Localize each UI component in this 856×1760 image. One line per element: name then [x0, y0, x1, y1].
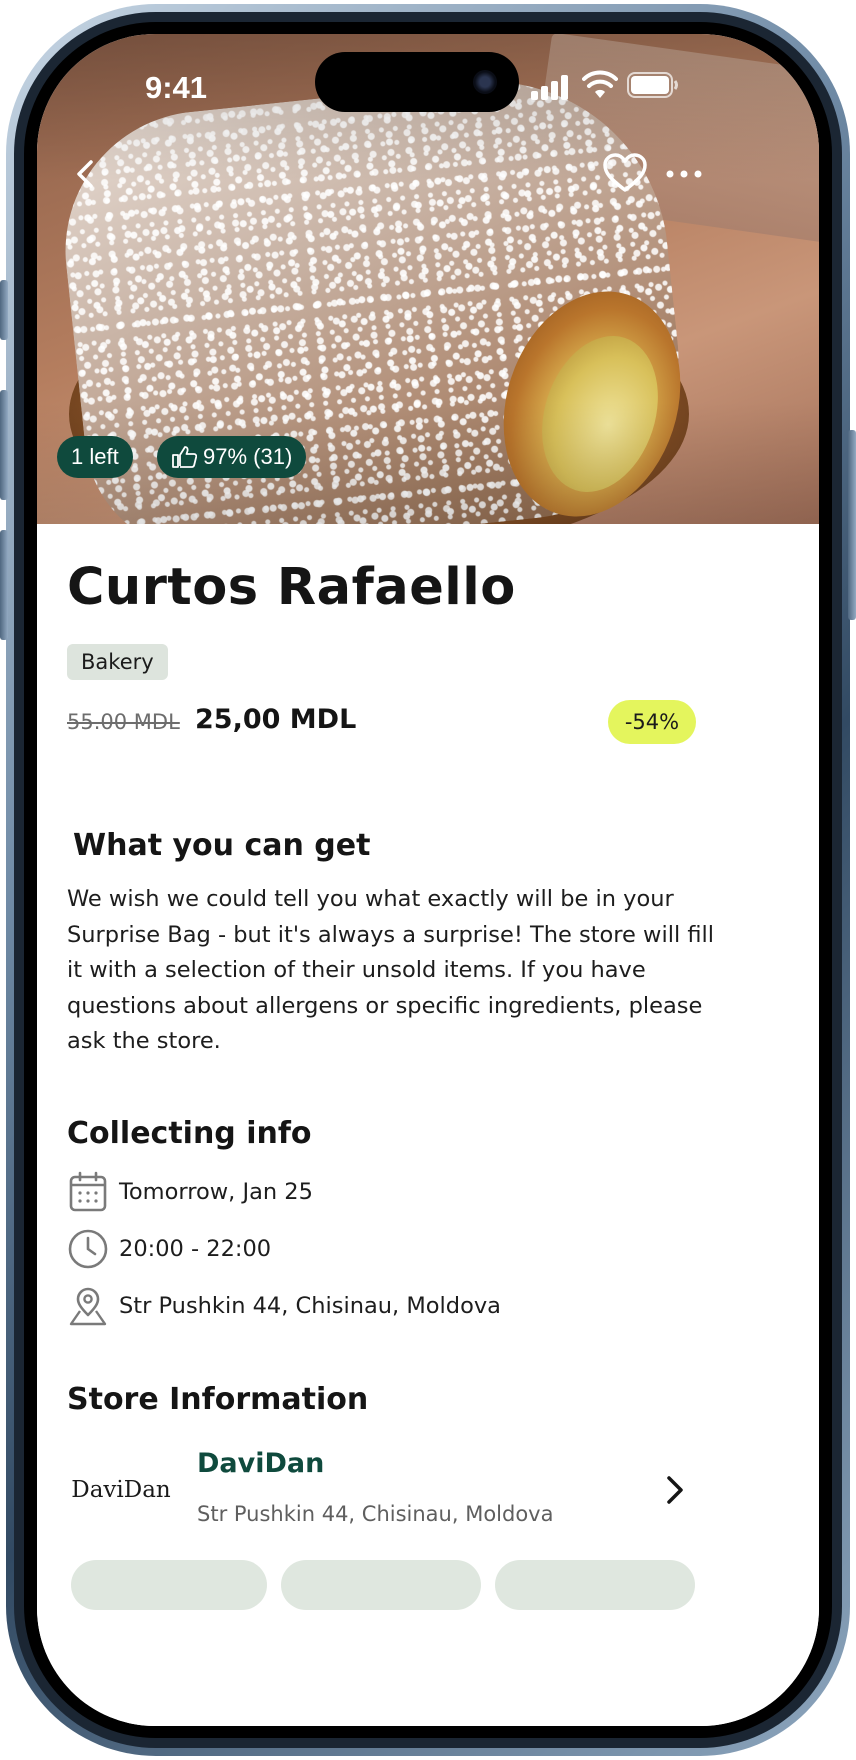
what-you-can-get-heading: What you can get	[73, 828, 371, 863]
camera-icon	[473, 70, 497, 94]
stock-left-badge: 1 left	[57, 436, 133, 478]
pickup-date-row: Tomorrow, Jan 25	[67, 1170, 313, 1214]
discounted-price: 25,00 MDL	[195, 704, 357, 735]
volume-down-button	[0, 530, 8, 640]
discount-label: -54%	[624, 710, 680, 734]
action-chip[interactable]	[281, 1560, 481, 1610]
cellular-signal-icon	[531, 74, 571, 100]
app-screen: 9:41 1 left 97% (31) Curtos Rafaello Bak…	[37, 34, 819, 1726]
clock-icon	[68, 1229, 108, 1269]
store-logo-text: DaviDan	[71, 1477, 171, 1503]
action-chip[interactable]	[495, 1560, 695, 1610]
stock-left-label: 1 left	[71, 444, 119, 469]
chevron-right-icon[interactable]	[657, 1470, 693, 1510]
original-price: 55.00 MDL	[67, 710, 180, 734]
action-chips	[71, 1560, 791, 1610]
status-time: 9:41	[144, 70, 208, 105]
more-icon[interactable]	[661, 154, 707, 194]
location-pin-icon	[69, 1287, 107, 1326]
pickup-time: 20:00 - 22:00	[119, 1236, 272, 1262]
pickup-date: Tomorrow, Jan 25	[119, 1179, 313, 1205]
calendar-icon	[69, 1171, 107, 1212]
description-text: We wish we could tell you what exactly w…	[67, 886, 715, 1054]
thumbs-up-icon	[172, 446, 197, 468]
category-tag: Bakery	[67, 644, 168, 680]
product-details: Curtos Rafaello Bakery 55.00 MDL 25,00 M…	[37, 524, 819, 1726]
discount-badge: -54%	[608, 700, 696, 744]
action-chip[interactable]	[71, 1560, 267, 1610]
rating-badge: 97% (31)	[157, 436, 307, 478]
dynamic-island	[315, 52, 519, 112]
volume-up-button	[0, 390, 8, 500]
category-label: Bakery	[81, 650, 154, 674]
wifi-icon	[582, 70, 618, 98]
store-name[interactable]: DaviDan	[197, 1448, 324, 1479]
store-address: Str Pushkin 44, Chisinau, Moldova	[197, 1502, 554, 1526]
power-button	[848, 430, 856, 620]
action-button	[0, 280, 8, 340]
rating-label: 97% (31)	[203, 444, 293, 469]
product-title: Curtos Rafaello	[67, 558, 516, 617]
pickup-address-row: Str Pushkin 44, Chisinau, Moldova	[67, 1284, 501, 1328]
phone-device: 9:41 1 left 97% (31) Curtos Rafaello Bak…	[0, 0, 856, 1760]
store-logo[interactable]: DaviDan	[67, 1444, 175, 1536]
pickup-time-row: 20:00 - 22:00	[67, 1227, 271, 1271]
battery-icon	[627, 72, 678, 98]
collecting-info-heading: Collecting info	[67, 1116, 312, 1151]
back-icon[interactable]	[65, 152, 109, 196]
pickup-address: Str Pushkin 44, Chisinau, Moldova	[119, 1293, 501, 1319]
heart-icon[interactable]	[601, 152, 649, 196]
store-information-heading: Store Information	[67, 1382, 369, 1417]
